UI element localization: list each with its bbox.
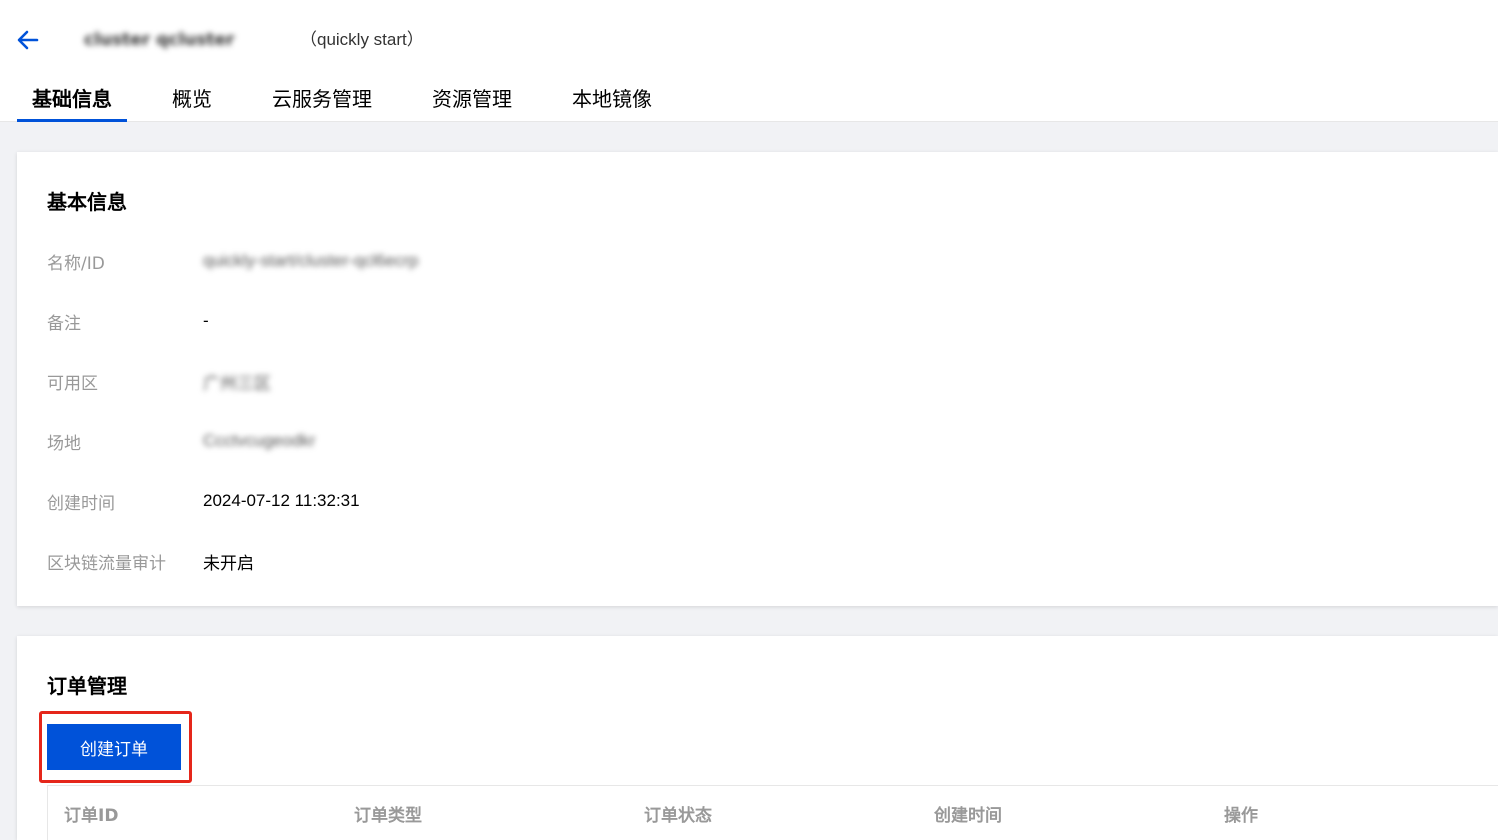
info-row-name: 名称/ID quickly-start/cluster-qcl6ecrp (47, 249, 419, 274)
info-value: quickly-start/cluster-qcl6ecrp (203, 251, 419, 270)
basic-info-title: 基本信息 (47, 190, 127, 214)
order-management-card: 订单管理 创建订单 订单ID 订单类型 订单状态 创建时间 操作 (17, 636, 1498, 840)
page-title-suffix: （quickly start） (300, 30, 424, 49)
back-arrow-icon[interactable] (14, 26, 42, 54)
info-value: 2024-07-12 11:32:31 (203, 491, 360, 510)
column-order-id: 订单ID (64, 805, 119, 826)
info-value: Ccctvcugeodkr (203, 431, 316, 450)
info-row-created: 创建时间 2024-07-12 11:32:31 (47, 489, 360, 514)
tab-cloud-service[interactable]: 云服务管理 (257, 76, 387, 122)
column-order-status: 订单状态 (644, 805, 712, 826)
order-table-header: 订单ID 订单类型 订单状态 创建时间 操作 (47, 785, 1498, 840)
tab-local-image[interactable]: 本地镜像 (557, 76, 667, 122)
info-label: 场地 (47, 433, 81, 454)
info-row-audit: 区块链流量审计 未开启 (47, 549, 254, 574)
info-label: 名称/ID (47, 253, 105, 274)
column-created-time: 创建时间 (934, 805, 1002, 826)
tab-bar: 基础信息 概览 云服务管理 资源管理 本地镜像 (17, 76, 697, 122)
top-bar: cluster qcluster （quickly start） 基础信息 概览… (0, 0, 1498, 122)
info-value: - (203, 311, 209, 330)
info-label: 可用区 (47, 373, 98, 394)
info-label: 备注 (47, 313, 81, 334)
column-actions: 操作 (1224, 805, 1258, 826)
order-management-title: 订单管理 (47, 674, 127, 698)
info-row-remark: 备注 - (47, 309, 209, 334)
info-label: 区块链流量审计 (47, 553, 166, 574)
tab-overview[interactable]: 概览 (157, 76, 227, 122)
info-value: 未开启 (203, 553, 254, 573)
create-order-button[interactable]: 创建订单 (47, 724, 181, 770)
info-value: 广州三区 (203, 373, 271, 393)
info-label: 创建时间 (47, 493, 115, 514)
basic-info-card: 基本信息 名称/ID quickly-start/cluster-qcl6ecr… (17, 152, 1498, 606)
tab-resource[interactable]: 资源管理 (417, 76, 527, 122)
tab-basic-info[interactable]: 基础信息 (17, 76, 127, 122)
info-row-site: 场地 Ccctvcugeodkr (47, 429, 316, 454)
info-row-zone: 可用区 广州三区 (47, 369, 271, 394)
column-order-type: 订单类型 (354, 805, 422, 826)
page-title: cluster qcluster (84, 30, 235, 50)
